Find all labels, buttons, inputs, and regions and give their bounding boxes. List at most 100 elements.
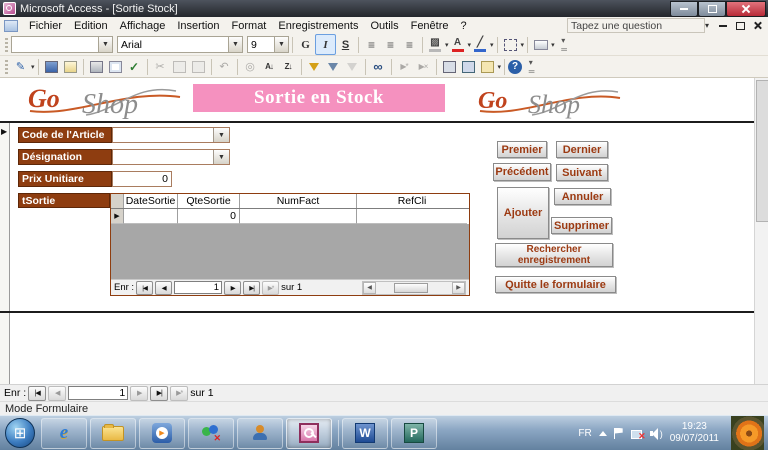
- premier-button[interactable]: Premier: [497, 141, 547, 158]
- align-left-button[interactable]: ≡: [362, 35, 381, 54]
- design-view-button[interactable]: ✎: [11, 57, 30, 76]
- properties-button[interactable]: [440, 57, 459, 76]
- scroll-left-icon[interactable]: ◀: [363, 282, 376, 294]
- restore-button[interactable]: [698, 1, 726, 17]
- taskbar-explorer-button[interactable]: [90, 418, 136, 449]
- last-record-button[interactable]: [150, 386, 168, 401]
- mdi-minimize-button[interactable]: [719, 25, 727, 27]
- scrollbar-thumb[interactable]: [756, 80, 768, 222]
- mdi-restore-button[interactable]: [736, 22, 745, 30]
- vertical-scrollbar[interactable]: [754, 78, 768, 384]
- filter-by-form-button[interactable]: [324, 57, 343, 76]
- supprimer-button[interactable]: Supprimer: [551, 217, 612, 234]
- ask-question-box[interactable]: Tapez une question: [567, 18, 705, 33]
- taskbar-user-accounts-button[interactable]: [237, 418, 283, 449]
- bold-button[interactable]: G: [296, 35, 315, 54]
- dernier-button[interactable]: Dernier: [556, 141, 608, 158]
- current-record-box[interactable]: 1: [68, 386, 128, 400]
- cell-numfact[interactable]: [240, 209, 357, 224]
- precedent-button[interactable]: Précédent: [493, 163, 551, 181]
- annuler-button[interactable]: Annuler: [554, 188, 611, 205]
- copy-button[interactable]: [170, 57, 189, 76]
- align-right-button[interactable]: ≡: [400, 35, 419, 54]
- chevron-down-icon[interactable]: ▼: [213, 150, 229, 164]
- menu-affichage[interactable]: Affichage: [114, 17, 172, 34]
- form-system-icon[interactable]: [4, 20, 18, 32]
- menu-outils[interactable]: Outils: [364, 17, 404, 34]
- toolbar-grip[interactable]: [5, 38, 8, 52]
- paste-button[interactable]: [189, 57, 208, 76]
- spelling-button[interactable]: ✓: [125, 57, 144, 76]
- suivant-button[interactable]: Suivant: [556, 164, 608, 181]
- new-record-button[interactable]: ▶*: [395, 57, 414, 76]
- toolbar-options-icon[interactable]: ▾═: [555, 35, 574, 54]
- column-header-qtesortie[interactable]: QteSortie: [178, 194, 240, 208]
- chevron-down-icon[interactable]: ▾: [498, 63, 502, 71]
- menu-fichier[interactable]: Fichier: [23, 17, 68, 34]
- print-button[interactable]: [87, 57, 106, 76]
- find-button[interactable]: ∞: [369, 57, 388, 76]
- filter-by-selection-button[interactable]: [305, 57, 324, 76]
- datasheet-corner[interactable]: [111, 194, 124, 208]
- new-record-button[interactable]: [170, 386, 188, 401]
- next-record-button[interactable]: [224, 281, 241, 295]
- taskbar-access-button[interactable]: [286, 418, 332, 449]
- cell-refcli[interactable]: [357, 209, 467, 224]
- taskbar-ie-button[interactable]: [41, 418, 87, 449]
- italic-button[interactable]: I: [315, 34, 336, 55]
- current-record-box[interactable]: 1: [174, 281, 222, 294]
- new-object-button[interactable]: [478, 57, 497, 76]
- chevron-down-icon[interactable]: ▼: [274, 37, 288, 52]
- new-record-button[interactable]: [262, 281, 279, 295]
- taskbar-mediaplayer-button[interactable]: [139, 418, 185, 449]
- quitte-formulaire-button[interactable]: Quitte le formulaire: [495, 276, 616, 293]
- chevron-down-icon[interactable]: ▾: [31, 63, 35, 71]
- row-selector[interactable]: [111, 209, 124, 224]
- cell-qtesortie[interactable]: 0: [178, 209, 240, 224]
- prix-unitaire-field[interactable]: 0: [112, 171, 172, 187]
- volume-icon[interactable]: ): [650, 428, 663, 439]
- hyperlink-button[interactable]: ◎: [241, 57, 260, 76]
- taskbar-messenger-button[interactable]: [188, 418, 234, 449]
- menu-format[interactable]: Format: [226, 17, 273, 34]
- ajouter-button[interactable]: Ajouter: [497, 187, 549, 239]
- desktop-flower-thumbnail[interactable]: [731, 416, 764, 450]
- toolbar-grip[interactable]: [5, 60, 8, 74]
- help-icon[interactable]: ?: [508, 60, 522, 74]
- special-effect-button[interactable]: [531, 35, 550, 54]
- delete-record-button[interactable]: ▶×: [414, 57, 433, 76]
- mdi-close-button[interactable]: [754, 22, 762, 30]
- first-record-button[interactable]: [28, 386, 46, 401]
- fill-color-button[interactable]: ▨: [426, 35, 444, 54]
- sort-descending-button[interactable]: Z↓: [279, 57, 298, 76]
- save-button[interactable]: [42, 57, 61, 76]
- language-indicator[interactable]: FR: [578, 428, 591, 439]
- column-header-numfact[interactable]: NumFact: [240, 194, 357, 208]
- show-hidden-icons-icon[interactable]: [599, 431, 607, 436]
- code-article-combo[interactable]: ▼: [112, 127, 230, 143]
- action-center-icon[interactable]: [614, 428, 624, 439]
- scroll-right-icon[interactable]: ▶: [452, 282, 465, 294]
- font-size-combo[interactable]: 9 ▼: [247, 36, 289, 53]
- last-record-button[interactable]: [243, 281, 260, 295]
- taskbar-publisher-button[interactable]: [391, 418, 437, 449]
- menu-enregistrements[interactable]: Enregistrements: [272, 17, 364, 34]
- network-disconnected-icon[interactable]: [631, 428, 643, 439]
- cell-datesortie[interactable]: [124, 209, 178, 224]
- first-record-button[interactable]: [136, 281, 153, 295]
- border-style-button[interactable]: [501, 35, 520, 54]
- start-button[interactable]: [5, 418, 35, 448]
- chevron-down-icon[interactable]: ▾: [490, 41, 494, 49]
- object-selector-combo[interactable]: ▼: [11, 36, 113, 53]
- menu-help[interactable]: ?: [455, 17, 473, 34]
- taskbar-word-button[interactable]: [342, 418, 388, 449]
- rechercher-enregistrement-button[interactable]: Rechercher enregistrement: [495, 243, 613, 267]
- close-button[interactable]: [726, 1, 766, 17]
- previous-record-button[interactable]: [155, 281, 172, 295]
- undo-button[interactable]: ↶: [215, 57, 234, 76]
- minimize-button[interactable]: [670, 1, 698, 17]
- column-header-refcli[interactable]: RefCli: [357, 194, 467, 208]
- next-record-button[interactable]: [130, 386, 148, 401]
- chevron-down-icon[interactable]: ▼: [228, 37, 242, 52]
- record-selector-bar[interactable]: [0, 123, 10, 389]
